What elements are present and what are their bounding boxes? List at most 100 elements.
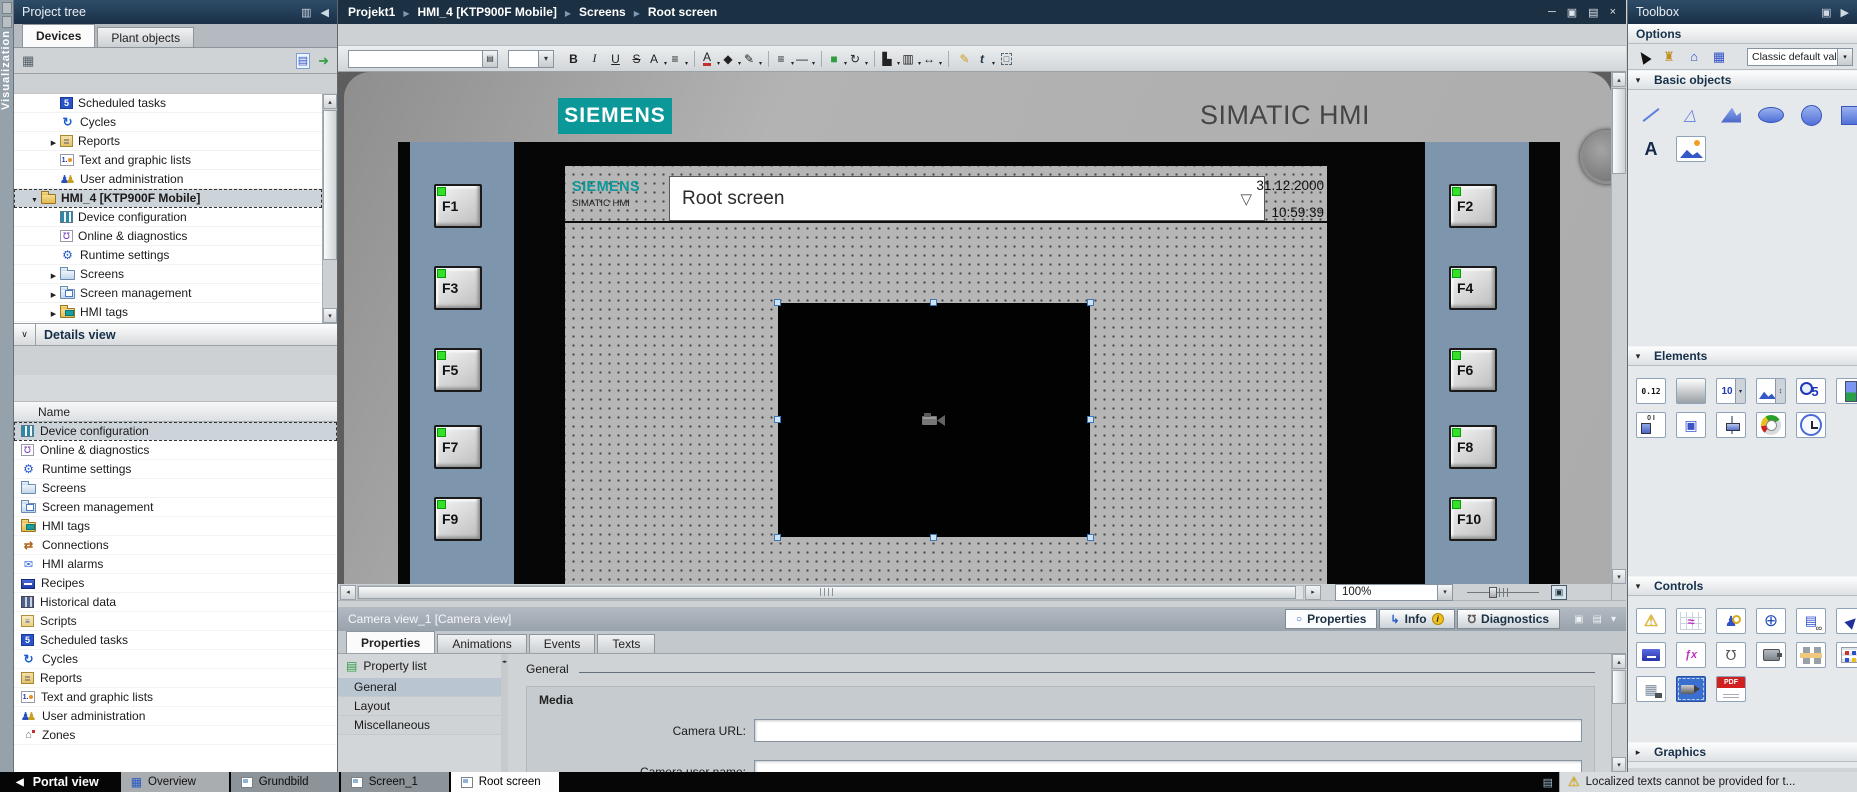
- project-tree-tab[interactable]: Devices: [22, 24, 96, 47]
- tree-item[interactable]: Screens: [14, 265, 322, 284]
- details-list-item[interactable]: HMI tags: [14, 517, 337, 536]
- scrollbar-thumb[interactable]: [1612, 88, 1626, 174]
- breadcrumb-item[interactable]: Projekt1: [348, 5, 395, 19]
- expander-icon[interactable]: [47, 134, 60, 148]
- scroll-down-icon[interactable]: ▾: [1612, 757, 1626, 772]
- fkey-button[interactable]: F3: [434, 266, 482, 310]
- dock-icon[interactable]: ▤: [1593, 614, 1602, 625]
- fx-trend-view-icon[interactable]: [1676, 642, 1706, 668]
- section-chevron-icon[interactable]: [1628, 351, 1648, 362]
- fit-to-window-icon[interactable]: [1551, 584, 1567, 600]
- fkey-button[interactable]: F7: [434, 425, 482, 469]
- tree-item[interactable]: User administration: [14, 170, 322, 189]
- properties-tab[interactable]: Events: [528, 634, 596, 653]
- fkey-button[interactable]: F10: [1449, 497, 1497, 541]
- scroll-up-icon[interactable]: ▴: [1612, 72, 1626, 87]
- tree-item[interactable]: Cycles: [14, 113, 322, 132]
- scrollbar-thumb[interactable]: [323, 110, 337, 260]
- tree-item[interactable]: Device configuration: [14, 208, 322, 227]
- properties-tab[interactable]: Animations: [437, 634, 527, 653]
- breadcrumb-item[interactable]: Screens: [557, 5, 626, 19]
- breadcrumb-item[interactable]: HMI_4 [KTP900F Mobile]: [395, 5, 557, 19]
- property-nav-item[interactable]: General: [338, 678, 501, 697]
- paragraph-align-button[interactable]: ≡: [669, 49, 688, 68]
- slider-el-icon[interactable]: [1716, 412, 1746, 438]
- channel-diagnose-icon[interactable]: [1796, 642, 1826, 668]
- diagnostics-control-icon[interactable]: [1636, 676, 1666, 702]
- scroll-up-icon[interactable]: ▴: [323, 94, 337, 109]
- selection-handle[interactable]: [1087, 416, 1094, 423]
- section-header[interactable]: Graphics: [1628, 742, 1857, 762]
- editor-horizontal-scrollbar[interactable]: [357, 584, 1304, 600]
- inspector-tab[interactable]: Info i: [1379, 609, 1455, 629]
- line-icon[interactable]: [1636, 102, 1666, 128]
- data-archive-icon[interactable]: [1636, 642, 1666, 668]
- scrollbar-thumb[interactable]: [1612, 670, 1626, 704]
- button-icon[interactable]: [1676, 378, 1706, 404]
- status-matrix-icon[interactable]: [1836, 642, 1857, 668]
- symbolic-io-field-icon[interactable]: [1716, 378, 1746, 404]
- details-list-item[interactable]: Text and graphic lists: [14, 688, 337, 707]
- pin-icon[interactable]: ▥: [301, 6, 311, 19]
- italic-button[interactable]: I: [585, 49, 604, 68]
- refresh-icon[interactable]: ➜: [318, 53, 329, 69]
- restore-icon[interactable]: ▣: [1567, 6, 1577, 19]
- selection-handle[interactable]: [1087, 534, 1094, 541]
- text-field-icon[interactable]: [1636, 136, 1666, 162]
- tree-item[interactable]: Scheduled tasks: [14, 94, 322, 113]
- tree-item[interactable]: Runtime settings: [14, 246, 322, 265]
- fill-color-button[interactable]: ■: [828, 49, 847, 68]
- chevron-down-icon[interactable]: ▾: [1437, 584, 1452, 600]
- date-time-field-icon[interactable]: [1796, 378, 1826, 404]
- new-item-icon[interactable]: ▦: [22, 53, 34, 68]
- html-browser-icon[interactable]: [1756, 608, 1786, 634]
- section-header[interactable]: Basic objects: [1628, 70, 1857, 90]
- border-color-button[interactable]: ✎: [743, 49, 762, 68]
- border-style-button[interactable]: ≡: [775, 49, 794, 68]
- screen-title-dropdown[interactable]: Root screen: [669, 176, 1265, 221]
- polygon-icon[interactable]: [1716, 102, 1746, 128]
- tree-item[interactable]: Screen management: [14, 284, 322, 303]
- fkey-button[interactable]: F9: [434, 497, 482, 541]
- tab-order-button[interactable]: t: [976, 49, 995, 68]
- scroll-right-icon[interactable]: ▸: [1305, 584, 1321, 600]
- camera-view-object[interactable]: [774, 299, 1094, 541]
- rotate-button[interactable]: ↻: [849, 49, 868, 68]
- font-size-button[interactable]: A: [648, 49, 667, 68]
- collapse-panel-icon[interactable]: ◀: [321, 6, 329, 19]
- details-list-item[interactable]: User administration: [14, 707, 337, 726]
- fkey-button[interactable]: F8: [1449, 425, 1497, 469]
- property-list-header[interactable]: Property list: [338, 654, 501, 678]
- section-chevron-icon[interactable]: [1628, 75, 1648, 86]
- graphic-view-icon[interactable]: [1676, 136, 1706, 162]
- chevron-down-icon[interactable]: ▾: [1837, 48, 1852, 65]
- selection-handle[interactable]: [930, 299, 937, 306]
- scroll-left-icon[interactable]: ◂: [340, 584, 356, 600]
- editor-vertical-scrollbar[interactable]: ▴ ▾: [1611, 72, 1626, 584]
- property-nav-item[interactable]: Miscellaneous: [338, 716, 501, 735]
- close-icon[interactable]: ×: [1610, 6, 1616, 19]
- taskbar-tab[interactable]: Overview: [120, 772, 229, 792]
- pdf-view-icon[interactable]: [1716, 676, 1746, 702]
- paint-style-button[interactable]: ✎: [955, 49, 974, 68]
- property-nav-item[interactable]: Layout: [338, 697, 501, 716]
- collapse-icon[interactable]: ▾: [1611, 614, 1616, 625]
- station-icon[interactable]: [1686, 49, 1702, 65]
- font-color-button[interactable]: A: [701, 49, 720, 68]
- expander-icon[interactable]: [28, 191, 41, 205]
- tree-item[interactable]: HMI_4 [KTP900F Mobile]: [14, 189, 322, 208]
- underline-button[interactable]: U: [606, 49, 625, 68]
- hmi-screen-design-area[interactable]: SIEMENS SIMATIC HMI Root screen 31.12.20…: [565, 166, 1327, 584]
- graphic-io-field-icon[interactable]: [1756, 378, 1786, 404]
- minimize-icon[interactable]: ─: [1548, 6, 1556, 19]
- strikethrough-button[interactable]: S: [627, 49, 646, 68]
- diagnostics-view-icon[interactable]: [1716, 642, 1746, 668]
- border-width-button[interactable]: —: [796, 49, 815, 68]
- collapse-panel-icon[interactable]: ▶: [1841, 6, 1849, 19]
- fkey-button[interactable]: F2: [1449, 184, 1497, 228]
- user-view-icon[interactable]: [1716, 608, 1746, 634]
- taskbar-tab[interactable]: Screen_1: [340, 772, 449, 792]
- scroll-down-icon[interactable]: ▾: [1612, 569, 1626, 584]
- font-list-icon[interactable]: ▤: [482, 50, 497, 67]
- details-list-item[interactable]: Connections: [14, 536, 337, 555]
